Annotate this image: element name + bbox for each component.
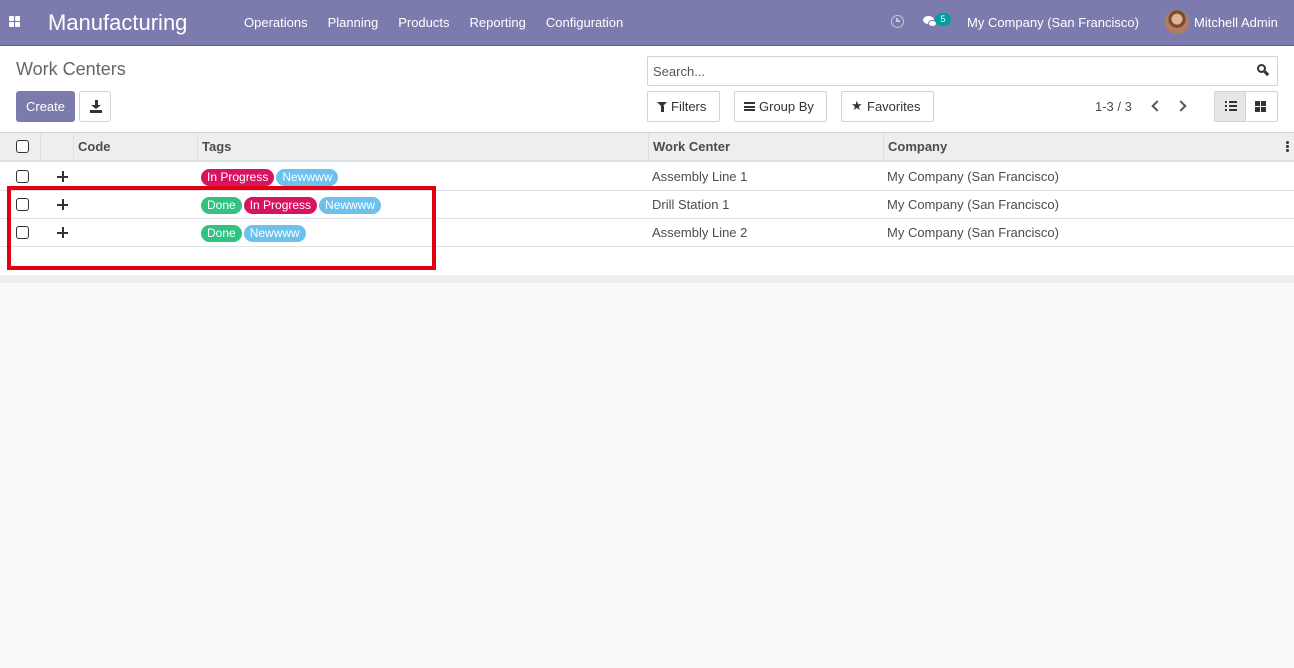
create-button[interactable]: Create <box>16 91 75 122</box>
company-switcher[interactable]: My Company (San Francisco) <box>967 15 1139 30</box>
view-switcher <box>1214 91 1278 122</box>
optional-columns-icon[interactable] <box>1286 141 1289 152</box>
pager-value[interactable]: 1-3 / 3 <box>1095 99 1132 114</box>
header-handle <box>40 133 74 160</box>
user-avatar[interactable] <box>1165 10 1189 34</box>
row-checkbox[interactable] <box>16 226 29 239</box>
kanban-view-icon <box>1255 101 1267 112</box>
kanban-view-button[interactable] <box>1246 92 1277 121</box>
star-icon: ★ <box>851 98 863 113</box>
list-footer <box>0 275 1294 283</box>
pager-next-button[interactable] <box>1173 96 1193 116</box>
chevron-left-icon <box>1151 100 1163 112</box>
tag-newwww: Newwww <box>243 225 306 242</box>
tag-newwww: Newwww <box>276 169 339 186</box>
header-company[interactable]: Company <box>883 133 1283 160</box>
tag-in-progress: In Progress <box>243 197 318 214</box>
table-row[interactable]: Done Newwww Assembly Line 2 My Company (… <box>0 219 1294 247</box>
drag-handle-icon[interactable] <box>57 227 68 238</box>
header-code[interactable]: Code <box>73 133 198 160</box>
table-row[interactable]: Done In Progress Newwww Drill Station 1 … <box>0 191 1294 219</box>
work-centers-list: Code Tags Work Center Company In Progres… <box>0 133 1294 283</box>
export-button[interactable] <box>79 91 111 122</box>
search-input[interactable] <box>648 57 1248 85</box>
chevron-right-icon <box>1175 100 1187 112</box>
main-menu: Operations Planning Products Reporting C… <box>234 0 633 46</box>
cell-tags: Done In Progress Newwww <box>201 197 382 214</box>
menu-operations[interactable]: Operations <box>234 0 318 46</box>
menu-products[interactable]: Products <box>388 0 459 46</box>
control-panel: Work Centers Create Filters Group By ★ F… <box>0 46 1294 133</box>
select-all-checkbox[interactable] <box>16 140 29 153</box>
cell-company: My Company (San Francisco) <box>887 169 1059 184</box>
filters-label: Filters <box>671 99 707 114</box>
group-by-label: Group By <box>759 99 814 114</box>
favorites-label: Favorites <box>867 99 921 114</box>
menu-configuration[interactable]: Configuration <box>536 0 633 46</box>
cell-company: My Company (San Francisco) <box>887 197 1059 212</box>
filter-funnel-icon <box>657 102 667 112</box>
cell-work-center: Assembly Line 2 <box>652 225 748 240</box>
group-by-bars-icon <box>744 102 755 111</box>
tag-newwww: Newwww <box>319 197 382 214</box>
top-navbar: Manufacturing Operations Planning Produc… <box>0 0 1294 46</box>
pager-previous-button[interactable] <box>1145 96 1165 116</box>
user-menu[interactable]: Mitchell Admin <box>1194 15 1278 30</box>
row-checkbox[interactable] <box>16 198 29 211</box>
drag-handle-icon[interactable] <box>57 199 68 210</box>
apps-menu-icon[interactable] <box>9 16 23 28</box>
list-view-icon <box>1225 101 1237 111</box>
tag-in-progress: In Progress <box>201 169 275 186</box>
breadcrumb-title: Work Centers <box>16 59 126 79</box>
cell-work-center: Drill Station 1 <box>652 197 730 212</box>
drag-handle-icon[interactable] <box>57 171 68 182</box>
cell-company: My Company (San Francisco) <box>887 225 1059 240</box>
table-header: Code Tags Work Center Company <box>0 133 1294 162</box>
activity-clock-icon[interactable] <box>891 15 904 28</box>
list-view-button[interactable] <box>1215 92 1247 121</box>
row-checkbox[interactable] <box>16 170 29 183</box>
tag-done: Done <box>201 225 242 242</box>
app-name[interactable]: Manufacturing <box>48 10 187 36</box>
menu-planning[interactable]: Planning <box>318 0 389 46</box>
download-icon <box>90 100 102 113</box>
table-row[interactable]: In Progress Newwww Assembly Line 1 My Co… <box>0 163 1294 191</box>
menu-reporting[interactable]: Reporting <box>460 0 536 46</box>
search-icon[interactable] <box>1257 64 1269 77</box>
favorites-button[interactable]: ★ Favorites <box>841 91 934 122</box>
cell-work-center: Assembly Line 1 <box>652 169 748 184</box>
filters-button[interactable]: Filters <box>647 91 720 122</box>
group-by-button[interactable]: Group By <box>734 91 827 122</box>
tag-done: Done <box>201 197 242 214</box>
search-bar <box>647 56 1278 86</box>
cell-tags: In Progress Newwww <box>201 169 339 186</box>
header-tags[interactable]: Tags <box>197 133 649 160</box>
chat-counter-badge: 5 <box>935 13 951 26</box>
header-work-center[interactable]: Work Center <box>648 133 884 160</box>
cell-tags: Done Newwww <box>201 225 306 242</box>
